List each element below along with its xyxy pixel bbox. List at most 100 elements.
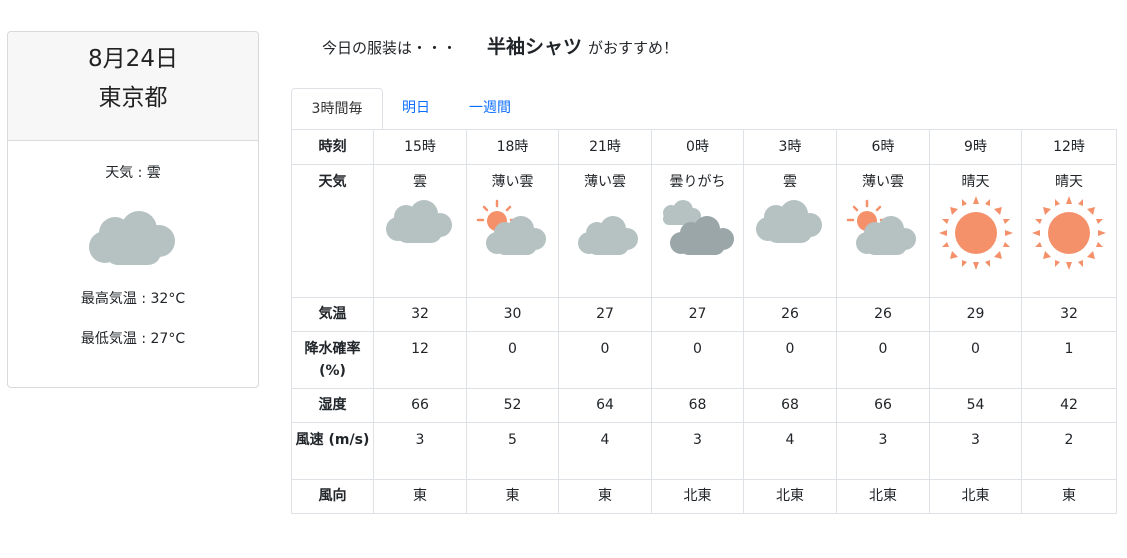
tab-tomorrow[interactable]: 明日	[387, 88, 445, 129]
summary-max-temp: 最高気温 : 32°C	[80, 291, 186, 307]
humidity-cell: 42	[1021, 388, 1117, 423]
wind-direction-cell: 北東	[651, 479, 744, 514]
weather-cell: 薄い雲	[558, 164, 652, 298]
precipitation-value: 0	[971, 341, 980, 357]
precipitation-cell: 12	[373, 331, 467, 389]
weather-row-label: 天気	[291, 164, 374, 298]
humidity-row-label: 湿度	[291, 388, 374, 423]
temperature-row-label: 気温	[291, 297, 374, 332]
wind-speed-value: 4	[785, 432, 795, 448]
weather-cell: 雲	[373, 164, 467, 298]
weather-cell: 薄い雲	[836, 164, 930, 298]
recommend-suffix: がおすすめ！	[588, 39, 679, 57]
cloud-icon	[756, 200, 822, 243]
temperature-cell: 27	[651, 297, 744, 332]
humidity-cell: 64	[558, 388, 652, 423]
forecast-table: 時刻 15時 18時 21時 0時 3時 6時 9時 12時 天気 雲 薄い雲 …	[291, 129, 1117, 514]
wind-speed-value: 5	[508, 432, 517, 448]
precipitation-value: 0	[878, 341, 888, 357]
wind-direction-cell: 北東	[929, 479, 1022, 514]
cloud-icon	[386, 200, 452, 243]
wind-direction-cell: 東	[373, 479, 467, 514]
weather-label: 雲	[783, 174, 797, 190]
time-cell: 12時	[1021, 129, 1117, 165]
precipitation-value: 12	[411, 341, 429, 357]
precipitation-cell: 0	[466, 331, 559, 389]
humidity-cell: 52	[466, 388, 559, 423]
summary-city: 東京都	[98, 85, 168, 111]
wind-direction-cell: 東	[466, 479, 559, 514]
precipitation-cell: 0	[558, 331, 652, 389]
tab-3-hourly[interactable]: 3時間毎	[291, 88, 383, 130]
temperature-cell: 26	[743, 297, 837, 332]
temperature-cell: 32	[1021, 297, 1117, 332]
precipitation-row-label: 降水確率 (%)	[291, 331, 374, 389]
tab-week[interactable]: 一週間	[457, 88, 523, 129]
wind-speed-cell: 3	[836, 422, 930, 480]
wind-speed-value: 3	[971, 432, 980, 448]
weather-label: 薄い雲	[491, 174, 534, 190]
wind-speed-cell: 2	[1021, 422, 1117, 480]
outfit-recommendation: 今日の服装は・・・ 半袖シャツ がおすすめ！	[322, 33, 678, 61]
precipitation-cell: 0	[929, 331, 1022, 389]
wind-speed-cell: 4	[743, 422, 837, 480]
weather-label: 曇りがち	[669, 174, 726, 190]
sun-cloud-icon	[476, 199, 546, 255]
today-summary-card: 8月24日 東京都 天気 : 雲 最高気温 : 32°C 最低気温 : 27°C	[7, 31, 259, 388]
precipitation-value: 0	[600, 341, 610, 357]
precipitation-value: 0	[508, 341, 517, 357]
summary-card-body: 天気 : 雲 最高気温 : 32°C 最低気温 : 27°C	[8, 163, 258, 349]
humidity-cell: 66	[373, 388, 467, 423]
sun-icon	[938, 196, 1013, 270]
wind-speed-cell: 3	[651, 422, 744, 480]
humidity-cell: 54	[929, 388, 1022, 423]
summary-card-header: 8月24日 東京都	[8, 32, 258, 141]
precipitation-cell: 0	[743, 331, 837, 389]
humidity-cell: 68	[651, 388, 744, 423]
moon-cloud-icon	[575, 203, 638, 255]
wind-direction-cell: 東	[1021, 479, 1117, 514]
weather-row-label-text: 天気	[318, 174, 347, 190]
weather-row: 天気 雲 薄い雲 薄い雲 曇りがち 雲 薄い雲 晴天 晴天	[291, 164, 1117, 298]
weather-page: 8月24日 東京都 天気 : 雲 最高気温 : 32°C 最低気温 : 27°C…	[0, 0, 1127, 558]
precipitation-cell: 0	[651, 331, 744, 389]
wind-speed-row-label: 風速 (m/s)	[291, 422, 374, 480]
wind-direction-row-label: 風向	[291, 479, 374, 514]
weather-cell: 薄い雲	[466, 164, 559, 298]
wind-speed-cell: 4	[558, 422, 652, 480]
temperature-cell: 32	[373, 297, 467, 332]
precipitation-cell: 1	[1021, 331, 1117, 389]
wind-speed-row: 風速 (m/s) 3 5 4 3 4 3 3 2	[291, 422, 1117, 480]
wind-direction-cell: 北東	[743, 479, 837, 514]
time-cell: 3時	[743, 129, 837, 165]
time-cell: 18時	[466, 129, 559, 165]
weather-label: 薄い雲	[862, 174, 904, 190]
wind-speed-value: 3	[693, 432, 702, 448]
cloud-icon	[89, 211, 175, 265]
weather-cell: 曇りがち	[651, 164, 744, 298]
wind-speed-cell: 5	[466, 422, 559, 480]
humidity-cell: 66	[836, 388, 930, 423]
temperature-row: 気温 32 30 27 27 26 26 29 32	[291, 297, 1117, 332]
wind-speed-value: 4	[600, 432, 610, 448]
time-row-label: 時刻	[291, 129, 374, 165]
time-cell: 0時	[651, 129, 744, 165]
precipitation-value: 1	[1064, 341, 1074, 357]
temperature-cell: 26	[836, 297, 930, 332]
time-cell: 21時	[558, 129, 652, 165]
summary-weather: 天気 : 雲	[105, 165, 161, 181]
wind-speed-cell: 3	[929, 422, 1022, 480]
time-cell: 15時	[373, 129, 467, 165]
temperature-cell: 30	[466, 297, 559, 332]
summary-min-temp: 最低気温 : 27°C	[80, 331, 186, 347]
time-cell: 6時	[836, 129, 930, 165]
weather-cell: 雲	[743, 164, 837, 298]
wind-direction-row: 風向 東 東 東 北東 北東 北東 北東 東	[291, 479, 1117, 514]
forecast-tabs: 3時間毎 明日 一週間	[291, 88, 1116, 130]
time-row: 時刻 15時 18時 21時 0時 3時 6時 9時 12時	[291, 129, 1117, 165]
wind-speed-cell: 3	[373, 422, 467, 480]
weather-label: 薄い雲	[584, 174, 626, 190]
precipitation-value: 0	[785, 341, 795, 357]
wind-speed-row-label-text: 風速 (m/s)	[295, 432, 370, 448]
sun-cloud-icon	[846, 199, 916, 255]
